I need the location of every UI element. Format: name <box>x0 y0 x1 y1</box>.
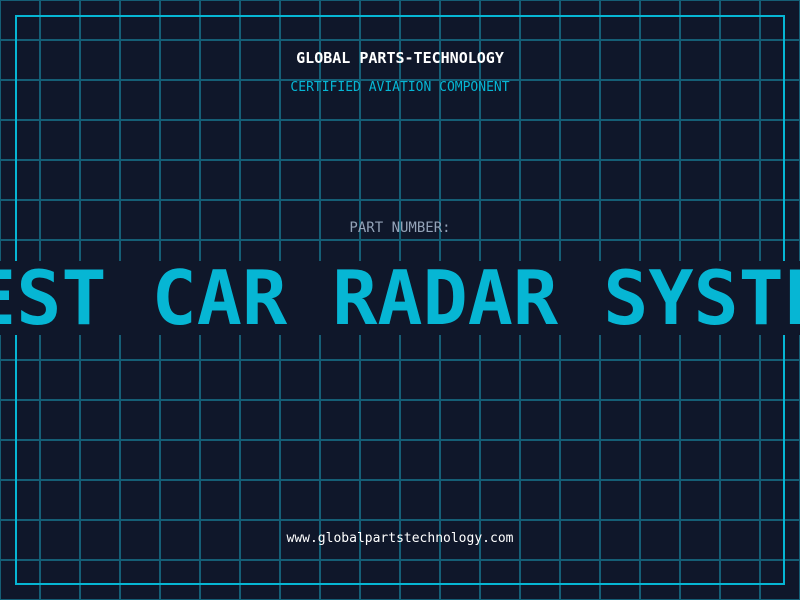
website-url: www.globalpartstechnology.com <box>286 531 514 546</box>
company-name: GLOBAL PARTS-TECHNOLOGY <box>296 49 504 67</box>
part-number-value: BEST CAR RADAR SYSTEM <box>0 261 800 335</box>
part-number-band: BEST CAR RADAR SYSTEM <box>0 261 800 335</box>
part-number-label: PART NUMBER: <box>349 220 451 236</box>
certification-subtitle: CERTIFIED AVIATION COMPONENT <box>290 80 510 95</box>
